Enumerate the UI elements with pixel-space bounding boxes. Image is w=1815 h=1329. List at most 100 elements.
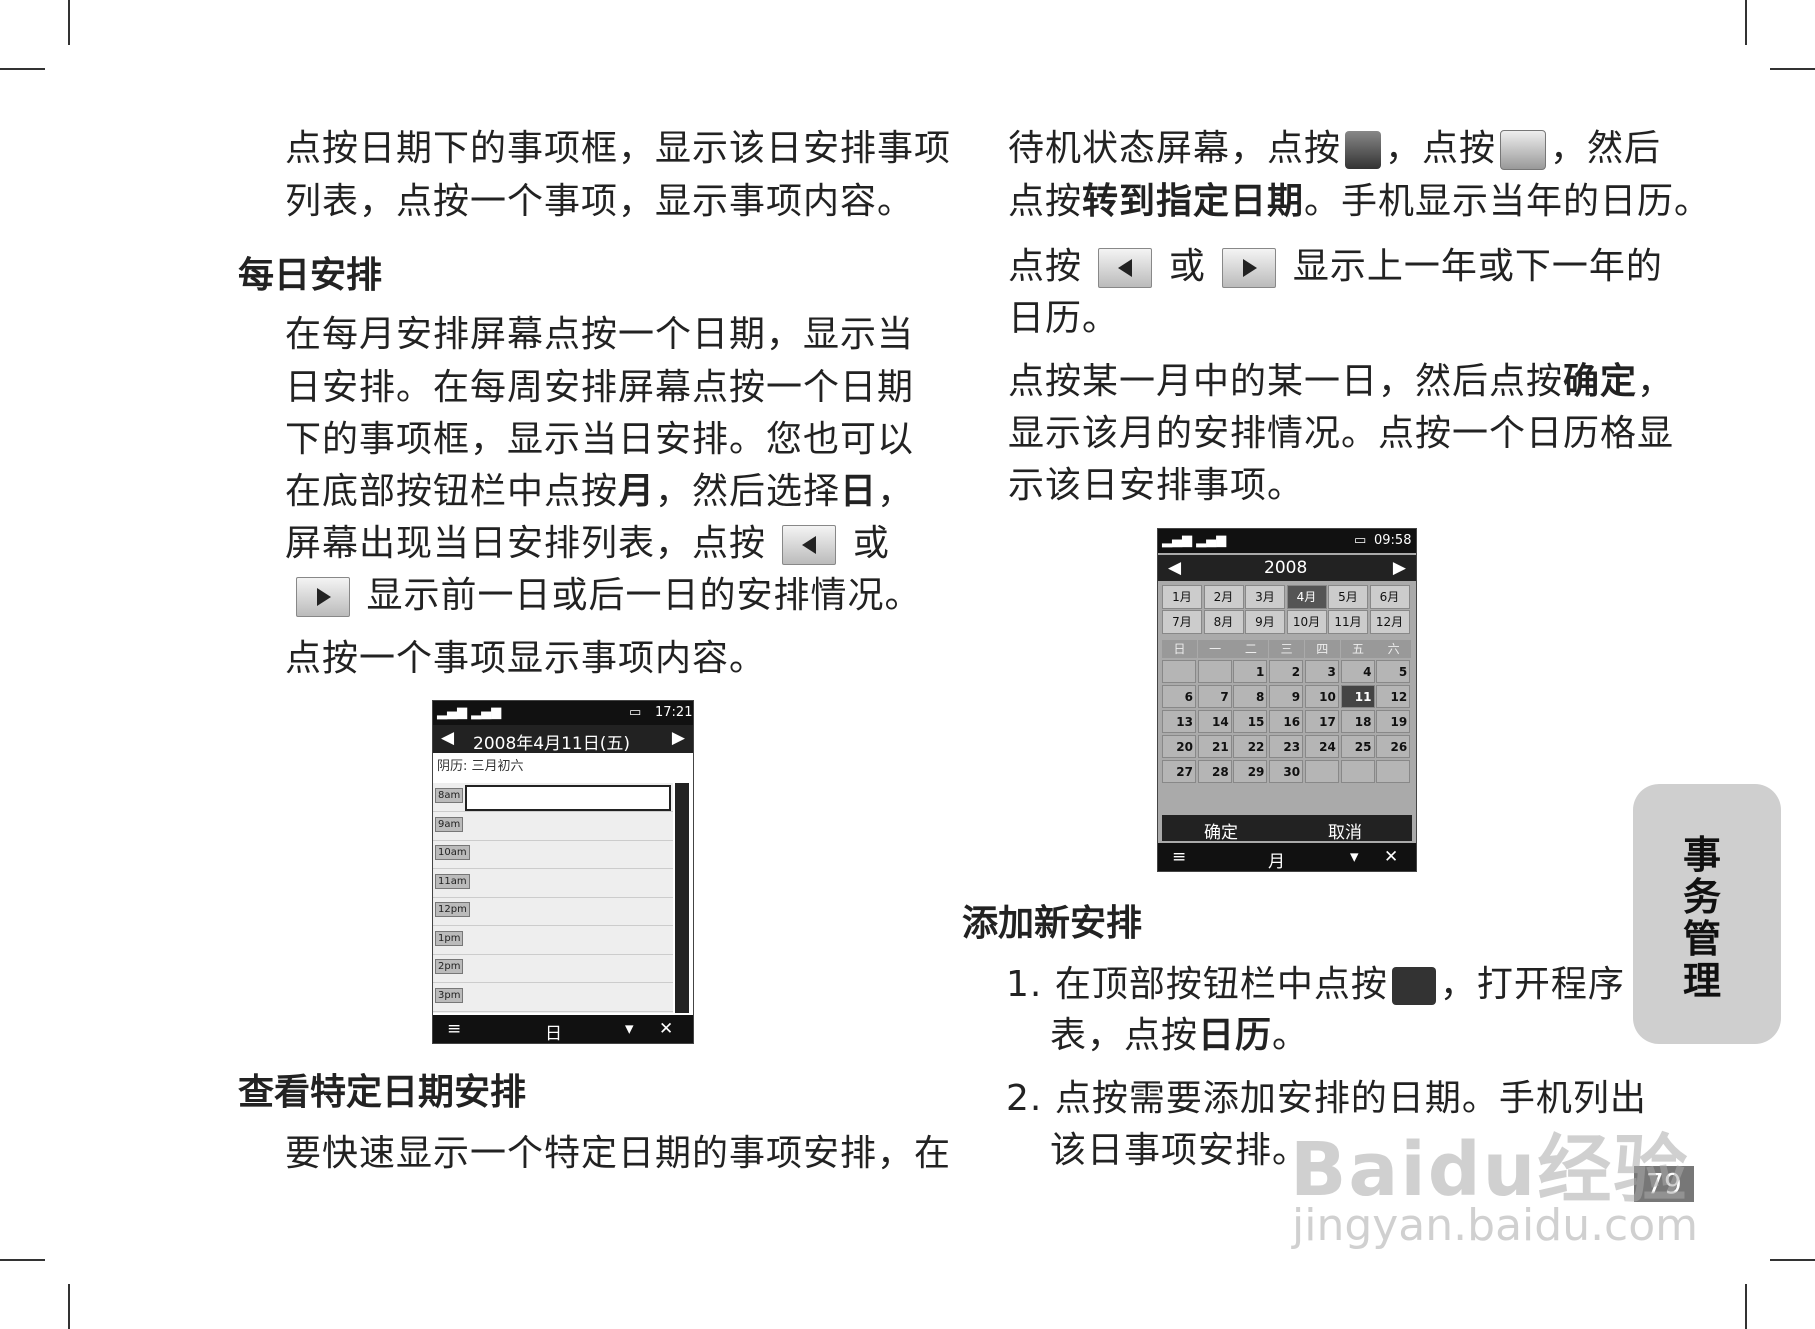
day-cell[interactable]: 27 — [1162, 760, 1196, 783]
paragraph-line: 日历。 — [1008, 298, 1120, 339]
day-cell[interactable]: 21 — [1197, 735, 1232, 758]
paragraph-line: 下的事项框，显示当日安排。您也可以 — [285, 419, 915, 460]
day-cell[interactable]: 1 — [1233, 660, 1268, 683]
day-cell[interactable] — [1376, 760, 1411, 783]
day-cell[interactable]: 6 — [1162, 685, 1196, 708]
paragraph-line: 显示前一日或后一日的安排情况。 — [292, 569, 921, 622]
day-cell[interactable]: 13 — [1162, 710, 1196, 733]
day-cell[interactable]: 5 — [1376, 660, 1411, 683]
close-icon[interactable]: ✕ — [1384, 847, 1398, 867]
scrollbar[interactable] — [675, 783, 689, 1013]
hour-row[interactable]: 1pm — [433, 926, 673, 955]
day-cell[interactable]: 10 — [1304, 685, 1339, 708]
day-cell[interactable]: 24 — [1304, 735, 1339, 758]
ok-button[interactable]: 确定 — [1204, 818, 1238, 843]
hour-row[interactable]: 9am — [433, 812, 673, 841]
text: 点按 — [1008, 246, 1083, 287]
phone-screenshot-day-view: ▂▄▆ ▂▄▆ ▭ 17:21 ◀ 2008年4月11日(五) ▶ 阴历: 三月… — [432, 700, 694, 1044]
month-cell[interactable]: 12月 — [1369, 610, 1410, 634]
menu-icon[interactable]: ≡ — [1172, 847, 1186, 867]
hour-label: 1pm — [435, 930, 464, 946]
hour-row[interactable]: 12pm — [433, 897, 673, 926]
text: 显示上一年或下一年的 — [1292, 246, 1663, 287]
right-arrow-icon — [296, 577, 350, 617]
hour-label: 10am — [435, 845, 470, 860]
crop-mark — [1745, 1284, 1747, 1329]
text: ，点按 — [1385, 128, 1497, 169]
hour-row[interactable]: 3pm — [433, 983, 673, 1012]
day-cell[interactable]: 26 — [1376, 735, 1411, 758]
text: 在顶部按钮栏中点按 — [1054, 964, 1388, 1005]
dropdown-icon[interactable]: ▾ — [625, 1019, 634, 1039]
text: ， — [877, 471, 915, 512]
text: 或 — [1168, 246, 1206, 287]
day-cell[interactable] — [1304, 760, 1339, 783]
year-header: ◀ 2008 ▶ — [1158, 555, 1416, 581]
month-cell[interactable]: 8月 — [1203, 610, 1244, 634]
paragraph-line: 点按某一月中的某一日，然后点按确定， — [1008, 355, 1674, 408]
month-cell[interactable]: 11月 — [1328, 610, 1368, 634]
hour-row[interactable]: 10am — [433, 840, 673, 869]
tab-char: 理 — [1683, 959, 1722, 1003]
month-cell[interactable]: 4月 — [1286, 585, 1327, 609]
day-cell[interactable]: 20 — [1162, 735, 1196, 758]
day-cell[interactable]: 11 — [1340, 685, 1375, 708]
day-cell[interactable]: 22 — [1233, 735, 1268, 758]
bottom-bar: ≡ 日 ▾ ✕ — [433, 1015, 693, 1043]
hour-row[interactable]: 2pm — [433, 954, 673, 983]
day-cell[interactable]: 3 — [1304, 660, 1339, 683]
day-cell[interactable]: 29 — [1233, 760, 1268, 783]
month-cell[interactable]: 7月 — [1162, 610, 1202, 634]
day-cell[interactable]: 30 — [1269, 760, 1304, 783]
day-cell[interactable]: 18 — [1340, 710, 1375, 733]
month-cell[interactable]: 1月 — [1162, 585, 1202, 609]
hour-row[interactable]: 8am — [433, 783, 673, 812]
day-cell[interactable] — [1340, 760, 1375, 783]
day-cell[interactable] — [1162, 660, 1196, 683]
day-cell[interactable]: 14 — [1197, 710, 1232, 733]
paragraph-line: 点按日期下的事项框，显示该日安排事项 — [285, 128, 952, 169]
day-cell[interactable]: 9 — [1269, 685, 1304, 708]
prev-year-button[interactable]: ◀ — [1168, 558, 1181, 578]
month-cell[interactable]: 9月 — [1245, 610, 1285, 634]
hour-row[interactable]: 11am — [433, 869, 673, 898]
month-cell[interactable]: 3月 — [1245, 585, 1285, 609]
dropdown-icon[interactable]: ▾ — [1350, 847, 1359, 867]
day-cell[interactable]: 2 — [1269, 660, 1304, 683]
day-cell[interactable]: 23 — [1269, 735, 1304, 758]
paragraph-line: 列表，点按一个事项，显示事项内容。 — [285, 181, 915, 222]
signal-icon: ▂▄▆ ▂▄▆ — [1162, 533, 1227, 548]
month-cell[interactable]: 6月 — [1369, 585, 1410, 609]
keyword: 日 — [840, 471, 878, 512]
apps-icon — [1391, 967, 1436, 1005]
day-cell[interactable]: 15 — [1233, 710, 1268, 733]
day-cell[interactable] — [1197, 660, 1232, 683]
day-cell[interactable]: 8 — [1233, 685, 1268, 708]
signal-icon: ▂▄▆ ▂▄▆ — [437, 705, 502, 720]
view-label[interactable]: 日 — [545, 1019, 562, 1043]
hour-list: 8am 9am 10am 11am 12pm 1pm 2pm 3pm — [433, 783, 673, 1013]
prev-day-button[interactable]: ◀ — [441, 728, 454, 748]
next-day-button[interactable]: ▶ — [672, 728, 685, 748]
day-cell[interactable]: 19 — [1376, 710, 1411, 733]
menu-icon[interactable]: ≡ — [447, 1019, 461, 1039]
view-label[interactable]: 月 — [1268, 847, 1285, 871]
day-cell[interactable]: 4 — [1340, 660, 1375, 683]
crop-mark — [68, 0, 70, 45]
day-cell[interactable]: 28 — [1197, 760, 1232, 783]
day-cell[interactable]: 16 — [1269, 710, 1304, 733]
day-cell[interactable]: 7 — [1197, 685, 1232, 708]
cancel-button[interactable]: 取消 — [1328, 818, 1362, 843]
event-slot-selected[interactable] — [465, 785, 671, 811]
close-icon[interactable]: ✕ — [659, 1019, 673, 1039]
crop-mark — [0, 1259, 45, 1261]
status-bar: ▂▄▆ ▂▄▆ ▭ 17:21 — [433, 701, 693, 725]
paragraph-line: 屏幕出现当日安排列表，点按 或 — [285, 517, 890, 570]
month-cell[interactable]: 2月 — [1203, 585, 1244, 609]
month-cell[interactable]: 10月 — [1286, 610, 1327, 634]
month-cell[interactable]: 5月 — [1328, 585, 1368, 609]
next-year-button[interactable]: ▶ — [1393, 558, 1406, 578]
day-cell[interactable]: 17 — [1304, 710, 1339, 733]
day-cell[interactable]: 12 — [1376, 685, 1411, 708]
day-cell[interactable]: 25 — [1340, 735, 1375, 758]
